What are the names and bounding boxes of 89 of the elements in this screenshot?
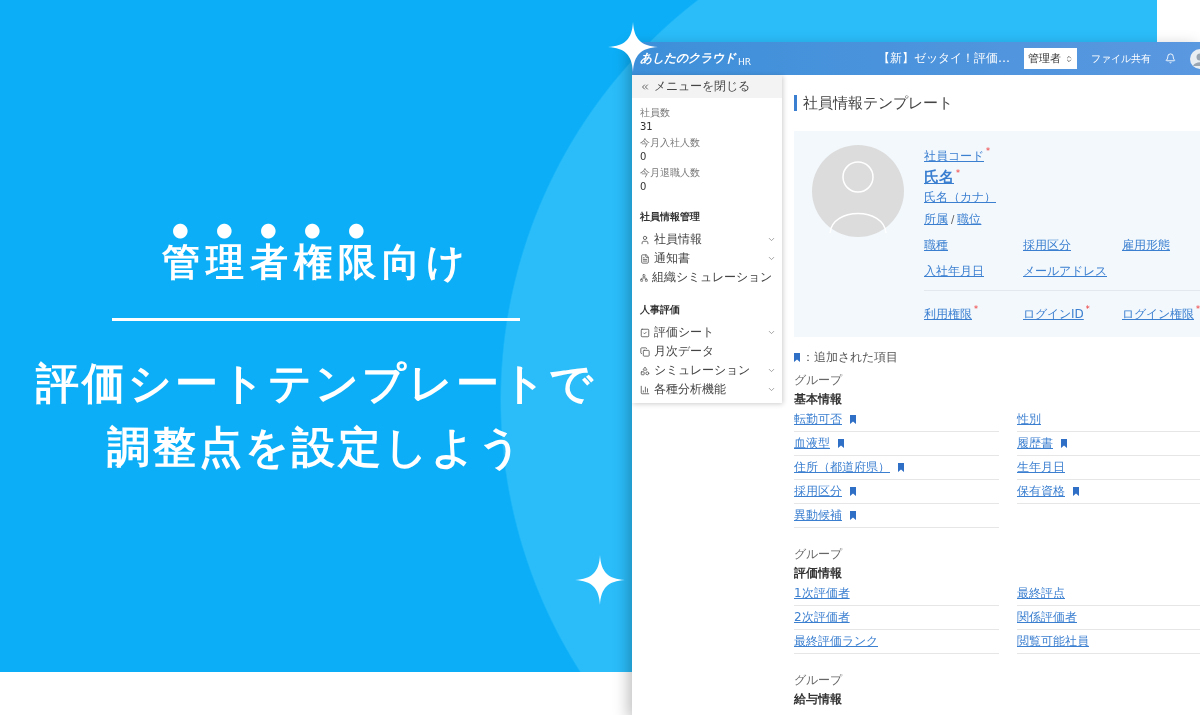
document-icon (640, 253, 650, 264)
chevron-icon (767, 254, 776, 263)
item-link[interactable]: 関係評価者 (1017, 609, 1077, 626)
chevron-icon (767, 328, 776, 337)
updown-icon (1065, 54, 1073, 63)
shapes-icon (640, 365, 650, 376)
field-label[interactable]: 職種 (924, 238, 948, 252)
field-label[interactable]: 職位 (957, 212, 982, 226)
stat-label: 社員数 (640, 106, 671, 120)
item-link[interactable]: 生年月日 (1017, 459, 1065, 476)
stat-label: 今月退職人数 (640, 166, 701, 180)
item-link[interactable]: 1次評価者 (794, 585, 850, 602)
item-link[interactable]: 住所（都道府県） (794, 459, 890, 476)
field-label[interactable]: 社員コード (924, 149, 984, 163)
required-mark: * (956, 168, 960, 178)
bookmark-icon (838, 439, 844, 448)
bookmark-icon (850, 511, 856, 520)
chevron-icon (767, 385, 776, 394)
required-mark: * (1085, 304, 1090, 314)
item-link[interactable]: 2次評価者 (794, 609, 850, 626)
double-chevron-icon (640, 81, 650, 92)
item-link[interactable]: 血液型 (794, 435, 830, 452)
required-mark: * (986, 146, 990, 156)
org-chart-icon (640, 272, 648, 283)
bookmark-icon (898, 463, 904, 472)
bar-chart-icon (640, 384, 650, 395)
stat-label: 今月入社人数 (640, 136, 701, 150)
item-link[interactable]: 異動候補 (794, 507, 842, 524)
item-link[interactable]: 採用区分 (794, 483, 842, 500)
item-link[interactable]: 閲覧可能社員 (1017, 633, 1089, 650)
logo[interactable]: あしたのクラウド (640, 50, 736, 67)
banner-text: 調整点を設定しよう (107, 421, 525, 474)
menu-item[interactable]: 組織シミュレーション (632, 268, 782, 287)
role-select[interactable]: 管理者 (1024, 48, 1077, 69)
legend-text: ：追加された項目 (802, 349, 898, 366)
notice-link[interactable]: 【新】ゼッタイ！評価… (878, 50, 1010, 67)
field-label[interactable]: 氏名（カナ） (924, 189, 1200, 206)
group-caption: グループ (794, 546, 844, 563)
separator: / (951, 214, 955, 225)
field-label[interactable]: 採用区分 (1023, 238, 1071, 252)
chevron-icon (767, 366, 776, 375)
menu-item[interactable]: 月次データ (632, 342, 782, 361)
chevron-icon (767, 235, 776, 244)
field-label[interactable]: 雇用形態 (1122, 238, 1170, 252)
item-link[interactable]: 最終評価ランク (794, 633, 878, 650)
stat-value: 31 (640, 120, 654, 134)
item-link[interactable]: 履歴書 (1017, 435, 1053, 452)
required-mark: * (974, 304, 978, 314)
close-menu-button[interactable]: メニューを閉じる (632, 75, 782, 98)
bookmark-icon (850, 415, 856, 424)
banner-text: 評価シートテンプレートで (36, 357, 596, 410)
required-mark: * (1196, 304, 1200, 314)
item-link[interactable]: 転勤可否 (794, 411, 842, 428)
stat-value: 0 (640, 180, 648, 194)
person-icon (640, 234, 650, 245)
group-caption: グループ (794, 672, 844, 689)
group-name: 基本情報 (794, 391, 843, 408)
menu-item[interactable]: 社員情報 (632, 230, 782, 249)
menu-item[interactable]: 評価シート (632, 323, 782, 342)
logo-suffix: HR (738, 56, 752, 67)
field-label[interactable]: ログイン権限 (1122, 307, 1194, 321)
item-link[interactable]: 最終評点 (1017, 585, 1065, 602)
item-link[interactable]: 保有資格 (1017, 483, 1065, 500)
group-caption: グループ (794, 372, 844, 389)
field-label[interactable]: 利用権限 (924, 307, 972, 321)
menu-item[interactable]: 通知書 (632, 249, 782, 268)
field-label[interactable]: ログインID (1023, 307, 1084, 321)
item-link[interactable]: 性別 (1017, 411, 1041, 428)
group-name: 評価情報 (794, 565, 843, 582)
menu-item[interactable]: 各種分析機能 (632, 380, 782, 399)
copy-icon (640, 346, 650, 357)
field-label[interactable]: 入社年月日 (924, 264, 984, 278)
bookmark-icon (1061, 439, 1067, 448)
banner-heading: 管理者権限 向け (161, 239, 471, 286)
field-label[interactable]: メールアドレス (1023, 264, 1107, 278)
bell-icon[interactable] (1165, 53, 1176, 64)
group-name: 給与情報 (794, 691, 843, 708)
menu-item[interactable]: シミュレーション (632, 361, 782, 380)
section-title: 人事評価 (639, 303, 681, 317)
name-field[interactable]: 氏名 (924, 168, 954, 186)
field-label[interactable]: 所属 (924, 212, 948, 226)
file-share-link[interactable]: ファイル共有 (1091, 51, 1151, 66)
checkbox-icon (640, 327, 650, 338)
bookmark-icon (850, 487, 856, 496)
stat-value: 0 (640, 150, 648, 164)
page-title: 社員情報テンプレート (794, 95, 1200, 111)
section-title: 社員情報管理 (639, 210, 701, 224)
bookmark-icon (1073, 487, 1079, 496)
bookmark-icon (794, 353, 800, 362)
